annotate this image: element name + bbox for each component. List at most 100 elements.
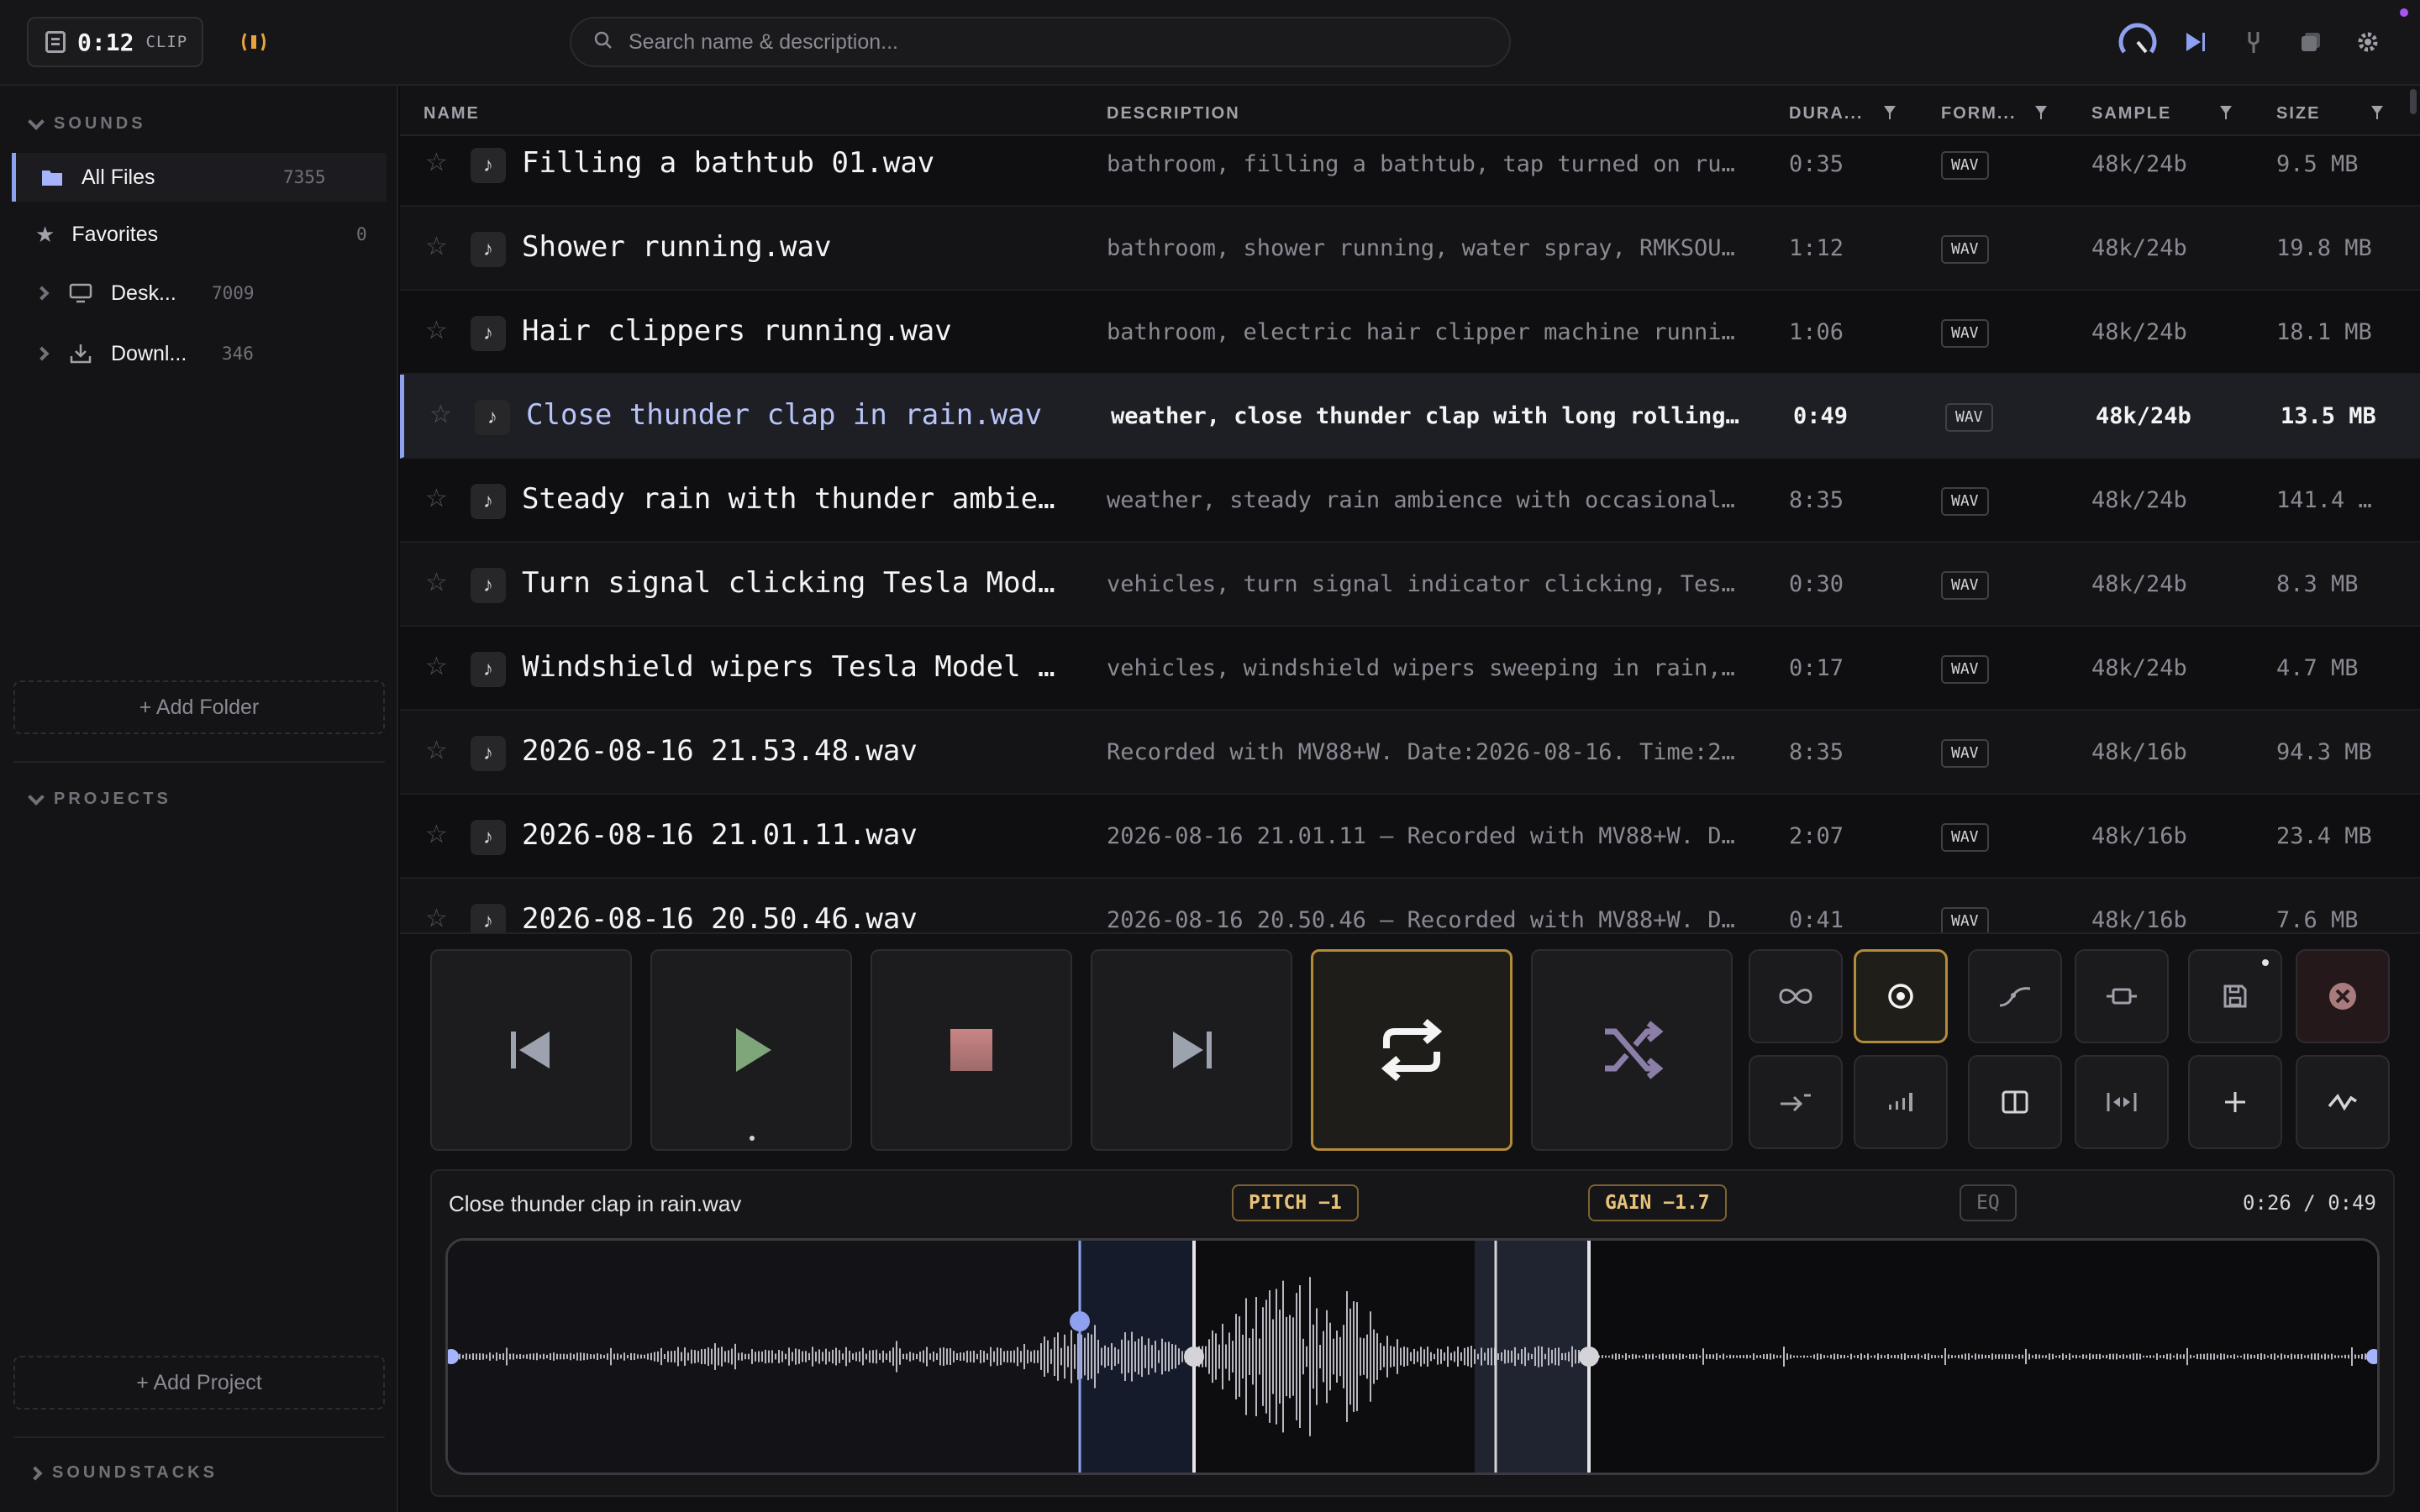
favorite-star-icon[interactable]: ☆ (425, 316, 448, 345)
fade-curve-button[interactable] (1968, 949, 2062, 1043)
add-marker-button[interactable] (2188, 1055, 2282, 1149)
file-size: 94.3 MB (2276, 739, 2372, 765)
table-row[interactable]: ☆ ♪ 2026-08-16 20.50.46.wav 2026-08-16 20.5… (400, 879, 2420, 932)
add-project-button[interactable]: + Add Project (13, 1356, 385, 1410)
zigzag-icon (2326, 1089, 2360, 1115)
merge-button[interactable] (1749, 1055, 1843, 1149)
eq-chip[interactable]: EQ (1960, 1184, 2017, 1221)
soundstacks-section-header[interactable]: SOUNDSTACKS (28, 1463, 218, 1483)
skip-back-icon (506, 1025, 556, 1075)
play-button[interactable] (650, 949, 852, 1151)
favorite-star-icon[interactable]: ☆ (425, 232, 448, 261)
gain-chip[interactable]: GAIN −1.7 (1588, 1184, 1727, 1221)
save-button[interactable] (2188, 949, 2282, 1043)
shuffle-button[interactable] (1531, 949, 1733, 1151)
sidebar-item-all-files[interactable]: All Files 7355 (12, 153, 387, 202)
favorite-star-icon[interactable]: ☆ (425, 652, 448, 681)
table-row[interactable]: ☆ ♪ Shower running.wav bathroom, shower run… (400, 207, 2420, 291)
column-header-name[interactable]: NAME (424, 104, 480, 123)
column-header-size[interactable]: SIZE (2276, 104, 2320, 123)
broadcast-icon[interactable] (239, 27, 269, 57)
window-icon[interactable] (2289, 20, 2333, 64)
table-row[interactable]: ☆ ♪ Filling a bathtub 01.wav bathroom, fill… (400, 123, 2420, 207)
repeat-icon (1376, 1015, 1447, 1085)
favorite-star-icon[interactable]: ☆ (425, 484, 448, 513)
filter-icon[interactable] (2035, 106, 2047, 119)
filter-icon[interactable] (2371, 106, 2383, 119)
volume-knob-icon[interactable] (2116, 20, 2160, 64)
audio-file-icon: ♪ (471, 316, 506, 351)
projects-header-label: PROJECTS (54, 790, 171, 808)
clip-icon (45, 31, 66, 53)
favorite-star-icon[interactable]: ☆ (429, 400, 452, 429)
scrollbar[interactable] (2410, 89, 2417, 114)
sounds-section-header[interactable]: SOUNDS (28, 113, 146, 134)
waveform-svg[interactable] (448, 1241, 2377, 1473)
sample-rate: 48k/16b (2091, 907, 2187, 932)
file-size: 23.4 MB (2276, 823, 2372, 849)
audio-file-icon: ♪ (471, 568, 506, 603)
sidebar-item-downloads[interactable]: Downl... 346 (12, 329, 387, 378)
file-size: 9.5 MB (2276, 151, 2359, 177)
stop-button[interactable] (871, 949, 1072, 1151)
soundstacks-header-label: SOUNDSTACKS (52, 1463, 218, 1482)
search-bar[interactable] (570, 17, 1511, 67)
pitch-chip[interactable]: PITCH −1 (1232, 1184, 1359, 1221)
favorite-star-icon[interactable]: ☆ (425, 820, 448, 849)
favorite-star-icon[interactable]: ☆ (425, 148, 448, 177)
close-button[interactable] (2296, 949, 2390, 1043)
table-row[interactable]: ☆ ♪ Steady rain with thunder ambience… weat… (400, 459, 2420, 543)
format-badge: WAV (1945, 403, 1993, 432)
sidebar-item-favorites[interactable]: ★ Favorites 0 (12, 210, 387, 259)
next-track-button[interactable] (1091, 949, 1292, 1151)
sample-rate: 48k/24b (2091, 235, 2187, 261)
play-next-icon[interactable] (2173, 20, 2217, 64)
close-circle-icon (2328, 981, 2358, 1011)
trim-end-handle[interactable] (1579, 1347, 1599, 1367)
trim-start-handle[interactable] (1184, 1347, 1204, 1367)
loop-start-handle[interactable] (1070, 1311, 1090, 1331)
clip-mode-button[interactable]: 0:12 CLIP (27, 17, 203, 67)
split-view-button[interactable] (1968, 1055, 2062, 1149)
favorite-star-icon[interactable]: ☆ (425, 904, 448, 932)
trim-button[interactable] (2075, 949, 2169, 1043)
file-duration: 2:07 (1789, 823, 1844, 849)
table-row[interactable]: ☆ ♪ Close thunder clap in rain.wav weather,… (400, 375, 2420, 459)
tuning-fork-icon[interactable] (2232, 20, 2275, 64)
favorite-star-icon[interactable]: ☆ (425, 568, 448, 597)
sidebar-item-desktop[interactable]: Desk... 7009 (12, 269, 387, 318)
filter-icon[interactable] (1884, 106, 1896, 119)
previous-track-button[interactable] (430, 949, 632, 1151)
favorite-star-icon[interactable]: ☆ (425, 736, 448, 765)
column-header-format[interactable]: FORM... (1941, 104, 2017, 123)
table-row[interactable]: ☆ ♪ Turn signal clicking Tesla Model … vehi… (400, 543, 2420, 627)
file-description: 2026-08-16 21.01.11 — Recorded with MV88… (1107, 823, 1735, 849)
file-name: Filling a bathtub 01.wav (522, 146, 935, 180)
mirror-button[interactable] (2075, 1055, 2169, 1149)
chevron-right-icon[interactable] (34, 346, 50, 361)
table-row[interactable]: ☆ ♪ Hair clippers running.wav bathroom, ele… (400, 291, 2420, 375)
projects-section-header[interactable]: PROJECTS (28, 788, 171, 809)
table-row[interactable]: ☆ ♪ Windshield wipers Tesla Model Y.w… vehi… (400, 627, 2420, 711)
audio-file-icon: ♪ (471, 820, 506, 855)
selection-region (1080, 1241, 1194, 1473)
waveform-display[interactable] (445, 1238, 2380, 1475)
file-size: 18.1 MB (2276, 319, 2372, 345)
search-input[interactable] (629, 29, 1469, 55)
settings-gear-icon[interactable] (2346, 20, 2390, 64)
add-folder-button[interactable]: + Add Folder (13, 680, 385, 734)
loop-button[interactable] (1311, 949, 1512, 1151)
column-header-duration[interactable]: DURA... (1789, 104, 1863, 123)
table-row[interactable]: ☆ ♪ 2026-08-16 21.53.48.wav Recorded with M… (400, 711, 2420, 795)
levels-button[interactable] (1854, 1055, 1948, 1149)
filter-icon[interactable] (2220, 106, 2232, 119)
column-header-description[interactable]: DESCRIPTION (1107, 104, 1240, 123)
table-row[interactable]: ☆ ♪ 2026-08-16 21.01.11.wav 2026-08-16 21.0… (400, 795, 2420, 879)
column-header-sample[interactable]: SAMPLE (2091, 104, 2171, 123)
top-bar: 0:12 CLIP (0, 0, 2420, 86)
infinite-loop-button[interactable] (1749, 949, 1843, 1043)
shuffle-icon (1598, 1016, 1665, 1084)
record-target-button[interactable] (1854, 949, 1948, 1043)
waveform-mode-button[interactable] (2296, 1055, 2390, 1149)
chevron-right-icon[interactable] (34, 286, 50, 301)
